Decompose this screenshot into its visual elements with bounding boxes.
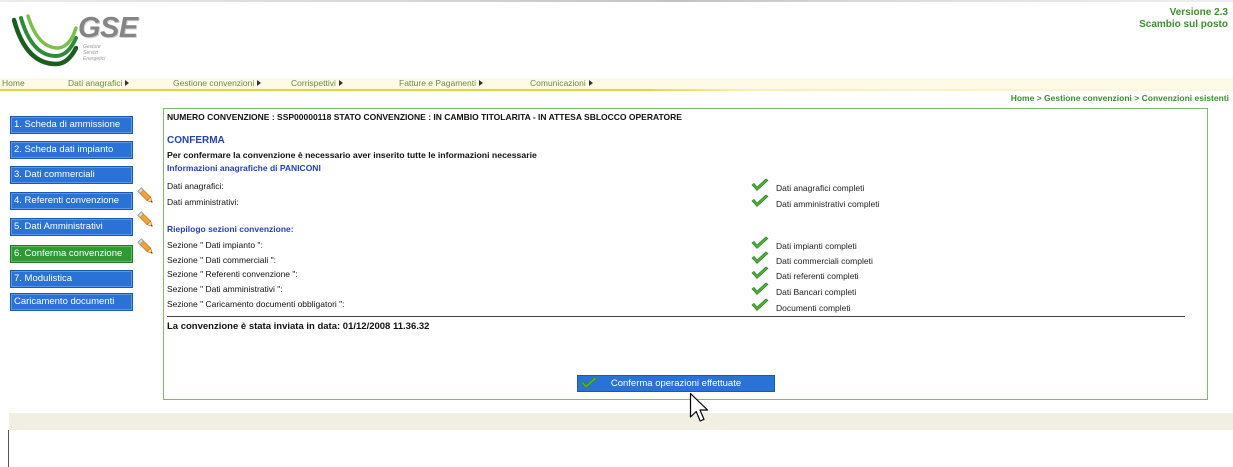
gse-logo[interactable]: GSE Gestore Servizi Energetici [12,10,142,68]
status-text: Dati impianti completi [776,241,857,251]
menu-item-label: Gestione convenzioni [173,78,255,88]
service-label: Scambio sul posto [1139,19,1228,30]
menu-item-comunicazioni[interactable]: Comunicazioni [530,78,593,89]
convention-panel: NUMERO CONVENZIONE : SSP00000118 STATO C… [163,108,1208,400]
summary-row-label: Sezione " Dati commerciali ": [167,255,277,265]
registry-row-label: Dati anagrafici: [167,181,224,191]
registry-heading: Informazioni anagrafiche di PANICONI [167,163,321,173]
status-dati-impianto: Dati impianti completi [751,236,1071,252]
status-text: Dati amministrativi completi [776,199,880,209]
summary-row-label: Sezione " Referenti convenzione ": [167,269,298,279]
logo-subtitle-line: Energetici [83,56,106,62]
submenu-arrow-icon [338,79,343,86]
pencil-icon [136,210,156,230]
breadcrumb-gestione-convenzioni[interactable]: Gestione convenzioni [1044,93,1132,103]
breadcrumb-home[interactable]: Home [1011,93,1035,103]
status-dati-amministrativi: Dati amministrativi completi [751,194,1071,210]
status-text: Dati referenti completi [776,271,859,281]
summary-heading: Riepilogo sezioni convenzione: [167,224,294,234]
status-referenti: Dati referenti completi [751,266,1071,282]
sidebar-item-conferma-convenzione[interactable]: 6. Conferma convenzione [10,245,133,263]
version-info: Versione 2.3 Scambio sul posto [1139,7,1228,31]
check-icon [751,251,769,264]
check-icon [751,298,769,311]
check-icon [580,376,598,389]
menu-item-fatture-pagamenti[interactable]: Fatture e Pagamenti [399,78,484,89]
logo-subtitle: Gestore Servizi Energetici [83,44,105,62]
status-text: Dati anagrafici completi [776,183,865,193]
menu-item-label: Dati anagrafici [68,78,123,88]
sidebar-item-scheda-dati-impianto[interactable]: 2. Scheda dati impianto [10,141,133,159]
section-title: CONFERMA [167,135,225,146]
submenu-arrow-icon [479,79,484,86]
divider [167,316,1185,317]
status-dati-commerciali: Dati commerciali completi [751,251,1071,267]
main-menu: Home Dati anagrafici Gestione convenzion… [0,78,1233,89]
registry-row-label: Dati amministrativi: [167,197,239,207]
instruction-text: Per confermare la convenzione è necessar… [167,150,537,160]
menu-item-label: Corrispettivi [291,78,336,88]
summary-row-label: Sezione " Dati impianto ": [167,240,263,250]
submenu-arrow-icon [588,79,593,86]
sidebar-item-scheda-ammissione[interactable]: 1. Scheda di ammissione [10,116,133,134]
breadcrumb-current: Convenzioni esistenti [1141,93,1229,103]
confirm-button-label: Conferma operazioni effettuate [610,378,742,389]
menu-item-gestione-convenzioni[interactable]: Gestione convenzioni [173,78,262,89]
status-dati-anagrafici: Dati anagrafici completi [751,178,1071,194]
menu-item-label: Comunicazioni [530,78,586,88]
sidebar-item-dati-amministrativi[interactable]: 5. Dati Amministrativi [10,218,133,236]
check-icon [751,282,769,295]
gse-swoosh-icon [12,14,78,67]
sidebar-item-referenti-convenzione[interactable]: 4. Referenti convenzione [10,192,133,210]
menu-item-dati-anagrafici[interactable]: Dati anagrafici [68,78,130,89]
footer-band [9,413,1233,430]
logo-wordmark: GSE [78,12,138,44]
sidebar-item-caricamento-documenti[interactable]: Caricamento documenti [10,293,133,311]
confirm-operations-button[interactable]: Conferma operazioni effettuate [577,375,775,392]
convention-header: NUMERO CONVENZIONE : SSP00000118 STATO C… [167,112,682,122]
status-text: Dati Bancari completi [776,287,857,297]
mouse-cursor-icon [689,392,709,422]
sent-info: La convenzione è stata inviata in data: … [167,321,430,332]
breadcrumb-separator: > [1134,93,1140,103]
status-text: Documenti completi [776,303,851,313]
status-text: Dati commerciali completi [776,256,873,266]
submenu-arrow-icon [125,79,130,86]
check-icon [751,178,769,191]
window-edge [8,430,9,467]
menu-item-label: Fatture e Pagamenti [399,78,477,88]
status-documenti: Documenti completi [751,298,1071,314]
summary-row-label: Sezione " Dati amministrativi ": [167,284,283,294]
check-icon [751,236,769,249]
breadcrumb: Home > Gestione convenzioni > Convenzion… [1011,93,1229,104]
pencil-icon [136,237,156,257]
status-dati-bancari: Dati Bancari completi [751,282,1071,298]
menu-item-corrispettivi[interactable]: Corrispettivi [291,78,343,89]
pencil-icon [136,186,156,206]
menu-underline [0,89,1233,91]
sidebar-item-dati-commerciali[interactable]: 3. Dati commerciali [10,166,133,184]
version-label: Versione 2.3 [1169,7,1228,18]
check-icon [751,194,769,207]
summary-row-label: Sezione " Caricamento documenti obbligat… [167,299,345,309]
menu-item-home[interactable]: Home [2,78,25,89]
breadcrumb-separator: > [1036,93,1042,103]
window-top-edge [0,0,1233,2]
menu-item-label: Home [2,78,25,88]
check-icon [751,266,769,279]
sidebar-item-modulistica[interactable]: 7. Modulistica [10,270,133,288]
submenu-arrow-icon [257,79,262,86]
